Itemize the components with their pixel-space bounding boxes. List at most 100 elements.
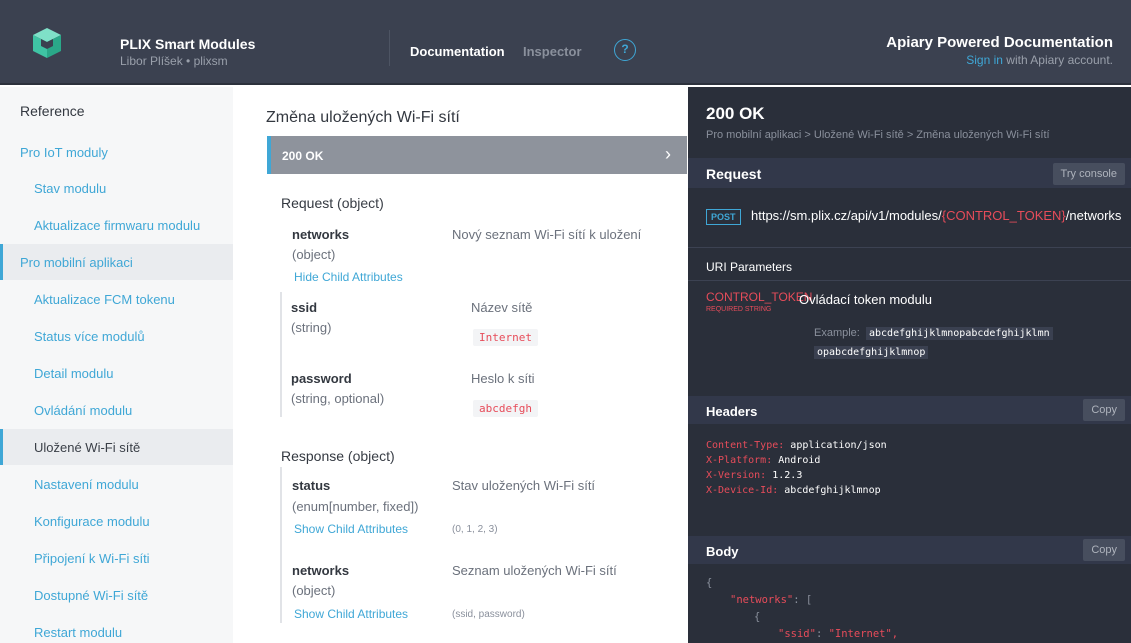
uri-parameters-heading: URI Parameters (706, 260, 793, 274)
attr-ssid-type: (string) (291, 320, 332, 335)
hide-child-attributes-link[interactable]: Hide Child Attributes (294, 270, 403, 284)
plix-logo-icon[interactable] (30, 26, 64, 60)
sidebar-item-konfigurace[interactable]: Konfigurace modulu (0, 503, 233, 539)
sidebar-item-dostupne[interactable]: Dostupné Wi-Fi sítě (0, 577, 233, 613)
sidebar-reference-heading[interactable]: Reference (20, 103, 85, 119)
header-line: Content-Type: application/json (706, 440, 887, 451)
attr-status-type: (enum[number, fixed]) (292, 499, 419, 514)
sidebar-item-label: Dostupné Wi-Fi sítě (34, 588, 149, 603)
example-value-2: opabcdefghijklmnop (814, 346, 929, 359)
copy-body-button[interactable]: Copy (1083, 539, 1125, 561)
sidebar-item-label: Status více modulů (34, 329, 145, 344)
response-label: Response (281, 448, 345, 464)
show-child-attributes-link[interactable]: Show Child Attributes (294, 522, 408, 536)
attr-status-desc: Stav uložených Wi-Fi sítí (452, 478, 596, 493)
tab-inspector[interactable]: Inspector (523, 44, 582, 59)
attr-password-example: abcdefgh (473, 400, 538, 417)
sidebar-item-status-vice[interactable]: Status více modulů (0, 318, 233, 354)
attr-password-name: password (291, 371, 352, 386)
sidebar-item-label: Pro IoT moduly (20, 145, 108, 160)
attr-resp-networks-hint: (ssid, password) (452, 609, 525, 620)
attr-ssid-name: ssid (291, 300, 318, 315)
sidebar-item-label: Aktualizace firmwaru modulu (34, 218, 201, 233)
request-heading: Request (object) (281, 195, 384, 211)
sidebar: Reference Pro IoT moduly Stav modulu Akt… (0, 87, 233, 643)
attr-password-type: (string, optional) (291, 391, 385, 406)
panel-request-heading: Request (706, 166, 762, 182)
help-icon[interactable]: ? (614, 39, 636, 61)
attr-status-hint: (0, 1, 2, 3) (452, 524, 498, 535)
sidebar-item-label: Konfigurace modulu (34, 514, 150, 529)
headers-heading: Headers (706, 404, 758, 419)
sidebar-item-stav-modulu[interactable]: Stav modulu (0, 170, 233, 206)
brand-subtitle: Libor Plíšek • plixsm (120, 54, 228, 68)
nesting-line (280, 467, 282, 623)
request-label: Request (281, 195, 334, 211)
sidebar-item-label: Nastavení modulu (34, 477, 139, 492)
top-bar: PLIX Smart Modules Libor Plíšek • plixsm… (0, 0, 1131, 85)
sidebar-item-fcm-token[interactable]: Aktualizace FCM tokenu (0, 281, 233, 317)
brand-title[interactable]: PLIX Smart Modules (120, 36, 255, 52)
attr-status-name: status (292, 478, 331, 493)
sidebar-item-label: Připojení k Wi-Fi síti (34, 551, 150, 566)
json-line: "ssid": "Internet", (778, 628, 899, 640)
sidebar-item-pripojeni[interactable]: Připojení k Wi-Fi síti (0, 540, 233, 576)
main-content: Změna uložených Wi-Fi sítí 200 OK › Requ… (233, 87, 688, 643)
attr-ssid-desc: Název sítě (471, 300, 533, 315)
request-url[interactable]: https://sm.plix.cz/api/v1/modules/{CONTR… (751, 208, 1121, 223)
signin-line: Sign in with Apiary account. (966, 53, 1113, 67)
sidebar-item-aktualizace-firmwaru[interactable]: Aktualizace firmwaru modulu (0, 207, 233, 243)
divider (688, 247, 1131, 248)
signin-link[interactable]: Sign in (966, 53, 1003, 67)
copy-headers-button[interactable]: Copy (1083, 399, 1125, 421)
sidebar-item-label: Detail modulu (34, 366, 114, 381)
url-suffix: /networks (1065, 208, 1122, 223)
attr-networks-type: (object) (292, 247, 336, 262)
header-line: X-Device-Id: abcdefghijklmnop (706, 485, 881, 496)
sidebar-item-label: Aktualizace FCM tokenu (34, 292, 175, 307)
show-child-attributes-link[interactable]: Show Child Attributes (294, 607, 408, 621)
attr-ssid-example: Internet (473, 329, 538, 346)
sidebar-item-nastaveni[interactable]: Nastavení modulu (0, 466, 233, 502)
sidebar-item-label: Pro mobilní aplikaci (20, 255, 133, 270)
request-type: (object) (333, 195, 384, 211)
breadcrumb[interactable]: Pro mobilní aplikaci > Uložené Wi-Fi sít… (706, 129, 1050, 141)
sidebar-item-restart[interactable]: Restart modulu (0, 614, 233, 643)
url-prefix: https://sm.plix.cz/api/v1/modules/ (751, 208, 942, 223)
header-line: X-Version: 1.2.3 (706, 470, 803, 481)
param-description: Ovládací token modulu (799, 292, 932, 307)
example-panel: 200 OK Pro mobilní aplikaci > Uložené Wi… (688, 87, 1131, 643)
attr-networks-desc: Nový seznam Wi-Fi sítí k uložení (452, 227, 642, 242)
apiary-title: Apiary Powered Documentation (886, 34, 1113, 51)
sidebar-item-label: Stav modulu (34, 181, 107, 196)
sidebar-item-label: Ovládání modulu (34, 403, 133, 418)
attr-resp-networks-desc: Seznam uložených Wi-Fi sítí (452, 563, 617, 578)
panel-status-title: 200 OK (706, 104, 765, 123)
page-title: Změna uložených Wi-Fi sítí (266, 109, 460, 126)
signin-text: with Apiary account. (1002, 53, 1113, 67)
header-divider (389, 30, 390, 66)
body-band (688, 536, 1131, 564)
attr-resp-networks-type: (object) (292, 583, 336, 598)
sidebar-item-ulozene-wifi[interactable]: Uložené Wi-Fi sítě (0, 429, 233, 465)
tab-documentation[interactable]: Documentation (410, 44, 505, 59)
attr-password-desc: Heslo k síti (471, 371, 535, 386)
header-line: X-Platform: Android (706, 455, 821, 466)
response-status-label: 200 OK (282, 149, 324, 163)
attr-resp-networks-name: networks (292, 563, 350, 578)
try-console-button[interactable]: Try console (1052, 163, 1125, 185)
response-selector[interactable]: 200 OK › (267, 136, 687, 174)
json-line: { (754, 611, 761, 623)
body-heading: Body (706, 544, 739, 559)
sidebar-item-ovladani[interactable]: Ovládání modulu (0, 392, 233, 428)
example-label: Example: (814, 327, 860, 339)
json-line: "networks": [ (730, 594, 813, 606)
sidebar-item-detail[interactable]: Detail modulu (0, 355, 233, 391)
sidebar-item-label: Restart modulu (34, 625, 123, 640)
example-value-1: abcdefghijklmnopabcdefghijklmn (866, 327, 1053, 340)
method-badge: POST (706, 209, 741, 225)
url-token: {CONTROL_TOKEN} (941, 208, 1066, 223)
sidebar-group-mobile[interactable]: Pro mobilní aplikaci (0, 244, 233, 280)
sidebar-group-iot[interactable]: Pro IoT moduly (0, 134, 233, 170)
response-heading: Response (object) (281, 448, 395, 464)
